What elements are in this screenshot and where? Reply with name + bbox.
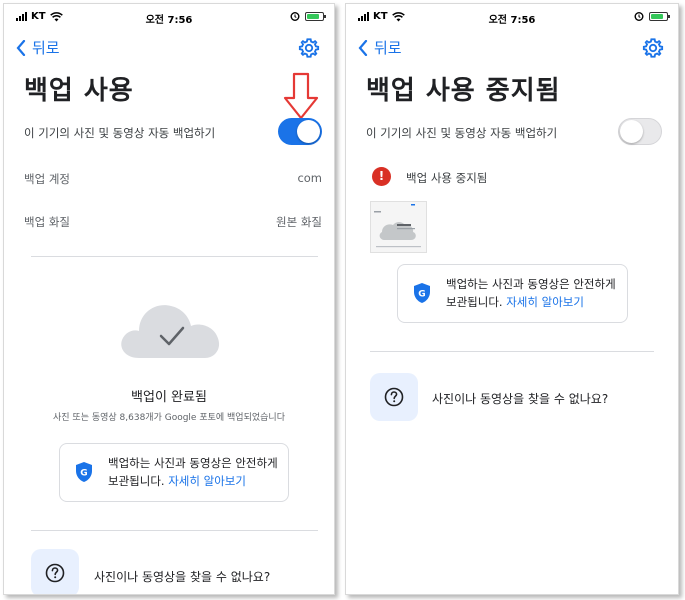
security-text-line2: 보관됩니다. [108,474,169,488]
chevron-left-icon [358,39,368,56]
page-title: 백업 사용 중지됨 [366,76,561,106]
photo-thumbnail[interactable] [370,201,427,253]
learn-more-link[interactable]: 자세히 알아보기 [168,474,246,488]
alarm-icon [634,12,644,21]
security-text-line2: 보관됩니다. [446,295,507,309]
cloud-check-icon [121,305,220,358]
settings-gear-icon[interactable] [642,37,664,59]
auto-backup-label: 이 기기의 사진 및 동영상 자동 백업하기 [366,126,558,140]
auto-backup-toggle[interactable] [278,118,322,145]
backup-stopped-label: 백업 사용 중지됨 [406,171,488,185]
backup-off-screen: KT 오전 7:56 뒤로 백업 사용 중지됨 이 기기의 사진 및 동영상 자… [345,3,679,595]
chevron-left-icon [16,39,26,56]
backup-quality-value[interactable]: 원본 화질 [276,214,322,230]
svg-text:G: G [418,290,425,300]
battery-icon [649,11,670,21]
question-circle-icon [45,563,65,583]
backup-account-value[interactable]: com [297,171,322,185]
security-text-line1: 백업하는 사진과 동영상은 안전하게 [108,456,278,470]
back-button[interactable]: 뒤로 [358,37,402,58]
backup-quality-label: 백업 화질 [24,215,70,229]
security-info-card: G 백업하는 사진과 동영상은 안전하게 보관됩니다. 자세히 알아보기 [397,264,628,323]
back-button[interactable]: 뒤로 [16,37,60,58]
settings-gear-icon[interactable] [298,37,320,59]
help-icon-box[interactable] [31,549,79,594]
status-bar: KT 오전 7:56 [4,11,334,27]
svg-text:G: G [80,469,87,479]
thumbnail-image [371,202,426,252]
clock: 오전 7:56 [488,15,536,26]
clock: 오전 7:56 [145,15,193,26]
security-info-card: G 백업하는 사진과 동영상은 안전하게 보관됩니다. 자세히 알아보기 [59,443,289,502]
backup-account-label: 백업 계정 [24,172,70,186]
back-label: 뒤로 [32,39,60,57]
divider [370,351,654,352]
google-shield-icon: G [76,462,92,482]
google-shield-icon: G [414,283,430,303]
divider [31,256,318,257]
learn-more-link[interactable]: 자세히 알아보기 [506,295,584,309]
page-title: 백업 사용 [24,76,134,106]
help-link-text[interactable]: 사진이나 동영상을 찾을 수 없나요? [94,568,270,585]
help-icon-box[interactable] [370,373,418,421]
help-link-text[interactable]: 사진이나 동영상을 찾을 수 없나요? [432,390,608,407]
auto-backup-toggle[interactable] [618,118,662,145]
status-bar: KT 오전 7:56 [346,11,678,27]
divider [31,530,318,531]
question-circle-icon [384,387,404,407]
backup-complete-subtitle: 사진 또는 동영상 8,638개가 Google 포토에 백업되었습니다 [53,413,285,423]
auto-backup-label: 이 기기의 사진 및 동영상 자동 백업하기 [24,126,216,140]
error-alert-icon: ! [372,167,391,186]
backup-on-screen: KT 오전 7:56 뒤로 백업 사용 이 기기의 사진 및 동영상 자동 백업… [3,3,335,595]
battery-icon [305,11,326,21]
back-label: 뒤로 [374,39,402,57]
backup-complete-title: 백업이 완료됨 [131,390,207,405]
annotation-arrow [283,72,319,120]
security-text-line1: 백업하는 사진과 동영상은 안전하게 [446,277,616,291]
alarm-icon [290,12,300,21]
